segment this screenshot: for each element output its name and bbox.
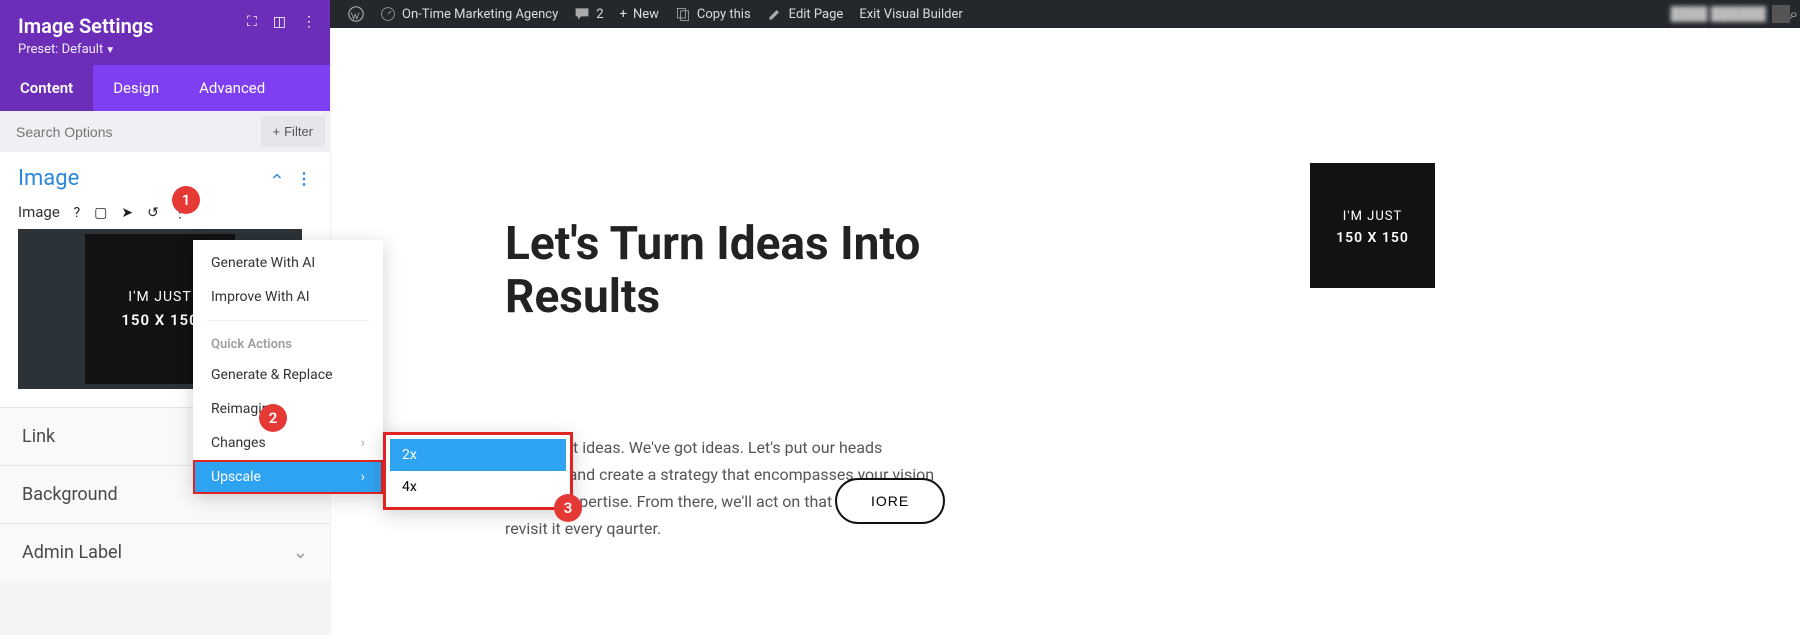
annotation-1: 1 <box>172 186 200 214</box>
plus-icon: + <box>620 7 627 22</box>
caret-down-icon: ▼ <box>105 45 115 56</box>
snap-icon[interactable]: ◫ <box>273 14 286 30</box>
site-name[interactable]: On-Time Marketing Agency <box>372 6 566 22</box>
submenu-4x[interactable]: 4x <box>390 471 566 503</box>
expand-icon[interactable]: ⛶ <box>247 14 257 30</box>
menu-changes[interactable]: Changes <box>193 426 383 460</box>
plus-icon: + <box>273 124 281 139</box>
annotation-3: 3 <box>554 494 582 522</box>
menu-generate-ai[interactable]: Generate With AI <box>193 246 383 280</box>
search-input[interactable] <box>0 113 256 151</box>
wp-admin-bar: On-Time Marketing Agency 2 + New Copy thi… <box>330 0 1800 28</box>
copy-icon <box>675 6 691 22</box>
tile-text2: 150 X 150 <box>1310 230 1435 246</box>
avatar[interactable] <box>1772 5 1790 23</box>
responsive-icon[interactable]: ▢ <box>94 205 107 221</box>
preset-value: Default <box>62 42 104 57</box>
new-link[interactable]: + New <box>612 7 667 22</box>
menu-icon[interactable]: ⋮ <box>302 14 316 30</box>
exit-text: Exit Visual Builder <box>859 7 962 22</box>
menu-upscale[interactable]: Upscale <box>193 460 383 494</box>
section-image[interactable]: Image ⋮ <box>0 152 330 197</box>
menu-reimagine[interactable]: Reimagine <box>193 392 383 426</box>
preset-label: Preset: <box>18 42 58 57</box>
wordpress-icon <box>348 6 364 22</box>
comments-count: 2 <box>596 7 603 22</box>
chevron-up-icon[interactable] <box>270 169 284 183</box>
chevron-down-icon: ⌄ <box>293 542 308 563</box>
hero-heading: Let's Turn Ideas Into Results <box>505 218 935 324</box>
wp-logo[interactable] <box>340 6 372 22</box>
panel-header: Image Settings Preset: Default▼ ⛶ ◫ ⋮ <box>0 0 330 65</box>
site-name-text: On-Time Marketing Agency <box>402 7 558 22</box>
edit-page-link[interactable]: Edit Page <box>759 6 852 22</box>
ai-menu: Generate With AI Improve With AI Quick A… <box>193 240 383 494</box>
search-row: +Filter <box>0 111 330 152</box>
help-icon[interactable]: ? <box>74 205 81 221</box>
copy-text: Copy this <box>697 7 751 22</box>
menu-generate-replace[interactable]: Generate & Replace <box>193 358 383 392</box>
comment-icon <box>574 6 590 22</box>
dashboard-icon <box>380 6 396 22</box>
accordion-label: Admin Label <box>22 542 122 563</box>
accordion-label: Background <box>22 484 118 505</box>
image-field-row: Image ? ▢ ➤ ↺ ⋮ <box>0 197 330 223</box>
user-greeting[interactable]: ████ ██████ <box>1671 6 1766 22</box>
copy-link[interactable]: Copy this <box>667 6 759 22</box>
tab-design[interactable]: Design <box>93 65 179 111</box>
edit-text: Edit Page <box>789 7 844 22</box>
comments-link[interactable]: 2 <box>566 6 611 22</box>
search-icon[interactable]: ⌕ <box>1790 5 1798 23</box>
adminbar-right: ████ ██████ ⌕ <box>1671 5 1790 23</box>
pencil-icon <box>767 6 783 22</box>
page-canvas: Let's Turn Ideas Into Results You've got… <box>330 28 1800 635</box>
accordion-admin-label[interactable]: Admin Label ⌄ <box>0 523 330 581</box>
menu-improve-ai[interactable]: Improve With AI <box>193 280 383 314</box>
content-image-tile[interactable]: I'M JUST 150 X 150 <box>1310 163 1435 288</box>
submenu-2x[interactable]: 2x <box>390 439 566 471</box>
upscale-submenu: 2x 4x <box>383 432 573 510</box>
exit-vb-link[interactable]: Exit Visual Builder <box>851 7 970 22</box>
kebab-icon[interactable]: ⋮ <box>296 169 312 188</box>
hover-icon[interactable]: ➤ <box>121 205 133 221</box>
image-label: Image <box>18 203 60 221</box>
panel-preset[interactable]: Preset: Default▼ <box>18 42 312 57</box>
section-title: Image <box>18 166 79 191</box>
tab-content[interactable]: Content <box>0 65 93 111</box>
tabs: Content Design Advanced <box>0 65 330 111</box>
annotation-2: 2 <box>259 404 287 432</box>
new-text: New <box>633 7 659 22</box>
section-controls: ⋮ <box>270 169 312 188</box>
separator <box>207 320 369 321</box>
filter-label: Filter <box>284 124 313 139</box>
accordion-label: Link <box>22 426 55 447</box>
tab-advanced[interactable]: Advanced <box>179 65 285 111</box>
filter-button[interactable]: +Filter <box>261 116 325 147</box>
menu-section-label: Quick Actions <box>193 327 383 358</box>
learn-more-button[interactable]: IORE <box>835 478 945 524</box>
reset-icon[interactable]: ↺ <box>147 205 159 221</box>
header-icons: ⛶ ◫ ⋮ <box>247 14 316 30</box>
tile-text1: I'M JUST <box>1310 163 1435 224</box>
